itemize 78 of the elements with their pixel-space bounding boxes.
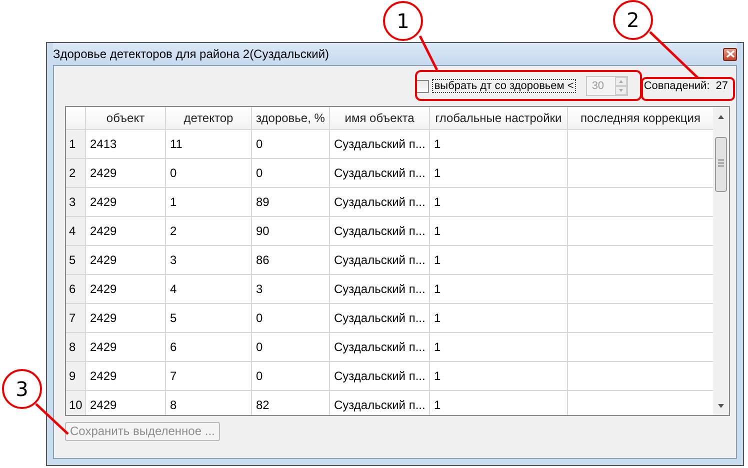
table-cell: 2 — [170, 224, 177, 238]
table-cell: 0 — [170, 166, 177, 180]
close-icon — [726, 50, 734, 58]
leader-line — [35, 403, 69, 435]
table-cell: 3 — [170, 253, 177, 267]
table-cell: 2429 — [90, 369, 117, 383]
table-cell: 3 — [256, 282, 263, 296]
row-header[interactable]: 7 — [66, 304, 86, 332]
column-header[interactable]: объект — [86, 107, 166, 129]
column-header[interactable]: здоровье, % — [252, 107, 330, 129]
table-cell: 0 — [256, 311, 263, 325]
table-cell: 1 — [170, 195, 177, 209]
table-cell: 2413 — [90, 137, 117, 151]
table-cell: 1 — [434, 137, 441, 151]
table-cell: 89 — [256, 195, 270, 209]
table-cell: Суздальский п... — [334, 398, 426, 412]
table-cell: 1 — [434, 311, 441, 325]
matches-count: 27 — [716, 80, 728, 92]
table-cell: Суздальский п... — [334, 166, 426, 180]
column-header[interactable]: имя объекта — [330, 107, 430, 129]
table-cell: 82 — [256, 398, 270, 412]
table-cell: Суздальский п... — [334, 340, 426, 354]
table-cell: 86 — [256, 253, 270, 267]
table-cell: Суздальский п... — [334, 369, 426, 383]
table-cell: 1 — [434, 340, 441, 354]
table-cell: 1 — [434, 224, 441, 238]
table-cell: 2429 — [90, 311, 117, 325]
row-header[interactable]: 1 — [66, 130, 86, 158]
row-header[interactable]: 4 — [66, 217, 86, 245]
table-cell: 1 — [434, 282, 441, 296]
column-header[interactable]: детектор — [166, 107, 252, 129]
table-cell: 2429 — [90, 282, 117, 296]
table-cell: Суздальский п... — [334, 224, 426, 238]
table-cell: 1 — [434, 253, 441, 267]
leader-line — [418, 35, 438, 71]
table-cell: Суздальский п... — [334, 282, 426, 296]
table-cell: 7 — [170, 369, 177, 383]
scrollbar[interactable] — [713, 107, 729, 415]
matches-label: Совпадений: — [644, 80, 710, 92]
table-cell: 11 — [170, 137, 182, 151]
callout-marker: 2 — [613, 0, 653, 40]
table-cell: Суздальский п... — [334, 311, 426, 325]
table-cell: 1 — [434, 369, 441, 383]
row-header[interactable]: 8 — [66, 333, 86, 361]
table-cell: 0 — [256, 340, 263, 354]
table-cell: 2429 — [90, 398, 117, 412]
table-cell: 4 — [170, 282, 177, 296]
row-header[interactable]: 3 — [66, 188, 86, 216]
table-cell: 2429 — [90, 253, 117, 267]
table-cell: 0 — [256, 369, 263, 383]
table-cell: 8 — [170, 398, 177, 412]
table-cell: 2429 — [90, 224, 117, 238]
table-cell: 0 — [256, 137, 263, 151]
spin-arrows-icon — [614, 77, 627, 95]
close-button[interactable] — [723, 48, 737, 60]
table-cell: 90 — [256, 224, 270, 238]
table-cell: 2429 — [90, 166, 117, 180]
row-header[interactable]: 10 — [66, 391, 86, 415]
table-cell: 5 — [170, 311, 177, 325]
callout-marker: 1 — [383, 1, 423, 41]
table-cell: Суздальский п... — [334, 195, 426, 209]
table-cell: Суздальский п... — [334, 137, 426, 151]
table-cell: 1 — [434, 398, 441, 412]
table-cell: 0 — [256, 166, 263, 180]
row-header[interactable]: 6 — [66, 275, 86, 303]
table-cell: 2429 — [90, 195, 117, 209]
window-title: Здоровье детекторов для района 2(Суздальский) — [53, 47, 330, 61]
table-cell: 1 — [434, 166, 441, 180]
row-header[interactable]: 9 — [66, 362, 86, 390]
leader-line — [649, 31, 699, 79]
table-cell: 1 — [434, 195, 441, 209]
table-cell: Суздальский п... — [334, 253, 426, 267]
table-cell: 6 — [170, 340, 177, 354]
row-header[interactable]: 5 — [66, 246, 86, 274]
column-header[interactable]: глобальные настройки — [430, 107, 568, 129]
table-cell: 2429 — [90, 340, 117, 354]
callout-marker: 3 — [2, 369, 42, 409]
row-header[interactable]: 2 — [66, 159, 86, 187]
